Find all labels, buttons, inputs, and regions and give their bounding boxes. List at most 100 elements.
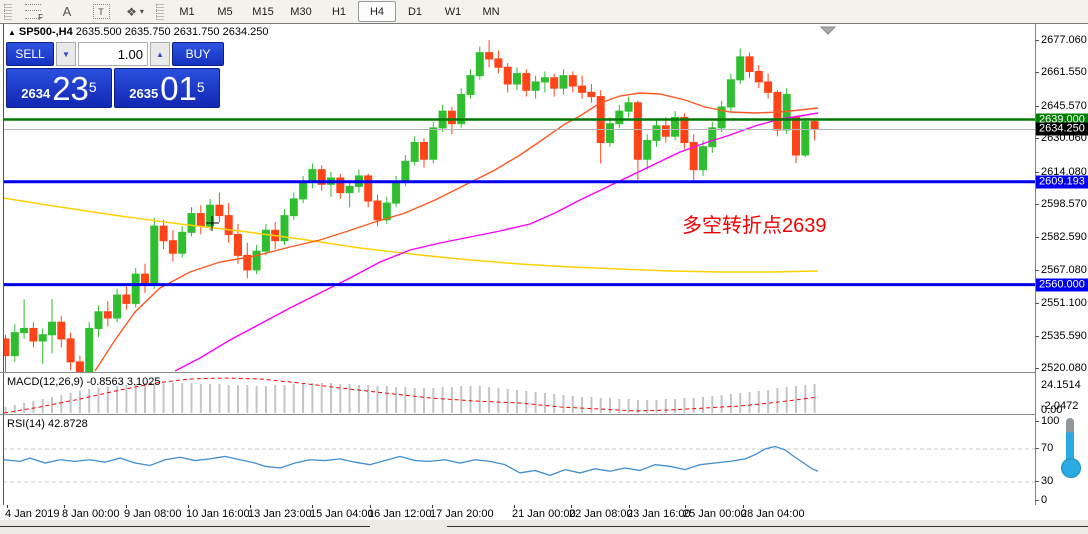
price-axis-label: 2520.080 — [1041, 362, 1087, 374]
candle — [151, 226, 158, 285]
volume-decrease-button[interactable]: ▼ — [56, 42, 76, 66]
candle — [579, 86, 586, 92]
candle — [86, 328, 93, 373]
chart-shift-icon[interactable] — [821, 27, 835, 34]
candle — [541, 78, 548, 82]
timeframe-button-w1[interactable]: W1 — [434, 1, 472, 22]
candle — [142, 274, 149, 284]
fibonacci-tool-button[interactable]: F — [16, 1, 50, 22]
date-axis: 4 Jan 20198 Jan 00:009 Jan 08:0010 Jan 1… — [0, 505, 1036, 520]
price-axis-label: 2677.060 — [1041, 34, 1087, 46]
price-axis-tick — [1035, 303, 1039, 304]
candle — [727, 80, 734, 107]
candle — [607, 124, 614, 143]
rsi-axis-tick — [1035, 421, 1039, 422]
candle — [225, 216, 232, 235]
timeframe-button-d1[interactable]: D1 — [396, 1, 434, 22]
price-axis-label: 2645.570 — [1041, 100, 1087, 112]
candle — [123, 295, 130, 303]
price-axis-tick — [1035, 237, 1039, 238]
candle — [774, 92, 781, 130]
candle — [39, 335, 46, 341]
candle — [104, 312, 111, 318]
timeframe-button-h4[interactable]: H4 — [358, 1, 396, 22]
timeframe-button-m30[interactable]: M30 — [282, 1, 320, 22]
date-label: 21 Jan 00:00 — [512, 508, 576, 520]
candle — [700, 147, 707, 170]
candle — [634, 103, 641, 159]
price-axis-separator — [1035, 24, 1036, 520]
candle — [765, 82, 772, 92]
label-tool-button[interactable]: T — [84, 1, 118, 22]
toolbar-grip[interactable] — [4, 4, 12, 20]
rsi-pane-canvas[interactable] — [3, 415, 1035, 505]
candle — [402, 161, 409, 182]
arrows-icon: ❖ — [126, 5, 137, 19]
rsi-axis-label: 30 — [1041, 475, 1053, 487]
timeframe-button-m1[interactable]: M1 — [168, 1, 206, 22]
label-tool-icon: T — [93, 4, 110, 19]
candle — [495, 59, 502, 67]
rsi-axis-label: 0 — [1041, 494, 1047, 506]
date-label: 13 Jan 23:00 — [248, 508, 312, 520]
toolbar-grip[interactable] — [156, 4, 164, 20]
candle — [30, 328, 37, 341]
text-tool-button[interactable]: A — [50, 1, 84, 22]
price-axis-tick — [1035, 138, 1039, 139]
candle — [95, 312, 102, 329]
arrows-tool-button[interactable]: ❖ ▾ — [118, 1, 152, 22]
date-label: 23 Jan 16:00 — [627, 508, 691, 520]
window-edge-line — [0, 526, 370, 527]
rsi-pane-separator[interactable] — [0, 414, 1036, 415]
date-label: 22 Jan 08:00 — [569, 508, 633, 520]
candle — [532, 82, 539, 90]
candle — [467, 76, 474, 95]
date-label: 28 Jan 04:00 — [741, 508, 805, 520]
sell-price-main: 23 — [52, 74, 89, 104]
candle — [625, 103, 632, 111]
timeframe-button-mn[interactable]: MN — [472, 1, 510, 22]
status-strip — [0, 520, 1088, 534]
candle — [188, 214, 195, 233]
timeframe-button-m5[interactable]: M5 — [206, 1, 244, 22]
candle — [365, 176, 372, 201]
ohlc-values: 2635.500 2635.750 2631.750 2634.250 — [76, 26, 269, 38]
buy-button[interactable]: BUY — [172, 42, 224, 66]
candle — [11, 333, 18, 356]
candle — [179, 232, 186, 253]
candle — [160, 226, 167, 241]
rsi-axis-tick — [1035, 500, 1039, 501]
chevron-down-icon[interactable]: ▾ — [140, 7, 144, 16]
price-axis-tick — [1035, 204, 1039, 205]
macd-pane-separator[interactable] — [0, 372, 1036, 373]
candle — [476, 53, 483, 76]
timeframe-button-h1[interactable]: H1 — [320, 1, 358, 22]
buy-price-main: 01 — [160, 74, 197, 104]
chart-area[interactable]: ▲SP500-,H4 2635.500 2635.750 2631.750 26… — [0, 24, 1088, 520]
symbol-ohlc-line: ▲SP500-,H4 2635.500 2635.750 2631.750 26… — [8, 26, 269, 38]
candle — [448, 111, 455, 124]
text-tool-icon: A — [63, 4, 72, 19]
symbol-marker-icon: ▲ — [8, 28, 16, 37]
candle — [681, 117, 688, 142]
sell-button[interactable]: SELL — [6, 42, 54, 66]
buy-price-prefix: 2635 — [129, 84, 158, 104]
mt4-window: F A T ❖ ▾ M1M5M15M30H1H4D1W1MN ▲SP500-,H… — [0, 0, 1088, 534]
price-axis-tick — [1035, 368, 1039, 369]
candle — [588, 92, 595, 96]
timeframe-button-m15[interactable]: M15 — [244, 1, 282, 22]
volume-increase-button[interactable]: ▲ — [150, 42, 170, 66]
timeframe-bar: M1M5M15M30H1H4D1W1MN — [168, 1, 510, 22]
buy-price-panel[interactable]: 2635 01 5 — [114, 68, 220, 108]
volume-input[interactable]: 1.00 — [78, 42, 148, 66]
macd-axis-label: 24.1514 — [1041, 379, 1081, 391]
candle — [114, 295, 121, 318]
candle — [644, 140, 651, 159]
candle — [262, 230, 269, 251]
candle — [653, 126, 660, 141]
candle — [709, 128, 716, 147]
date-label: 8 Jan 00:00 — [62, 508, 120, 520]
date-label: 17 Jan 20:00 — [430, 508, 494, 520]
sell-price-panel[interactable]: 2634 23 5 — [6, 68, 112, 108]
candle — [411, 143, 418, 162]
